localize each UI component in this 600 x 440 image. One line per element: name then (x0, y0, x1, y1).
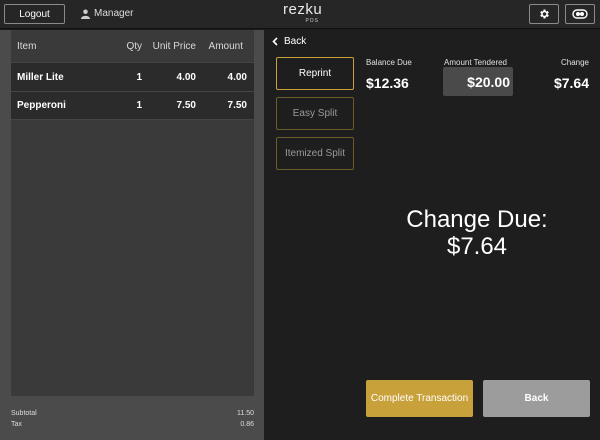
table-row[interactable]: Miller Lite 1 4.00 4.00 (11, 62, 254, 91)
complete-transaction-button[interactable]: Complete Transaction (366, 380, 473, 417)
chevron-left-icon (272, 37, 278, 46)
amount-tendered-field[interactable]: $20.00 (443, 67, 513, 96)
row-amount: 7.50 (227, 100, 247, 111)
itemized-split-button[interactable]: Itemized Split (276, 137, 354, 170)
amount-tendered-value: $20.00 (467, 73, 510, 90)
col-item: Item (17, 40, 37, 52)
brand-name: rezku (283, 1, 323, 18)
reprint-button[interactable]: Reprint (276, 57, 354, 90)
change-due-display: Change Due: $7.64 (364, 206, 590, 260)
subtotal-value: 11.50 (237, 410, 254, 417)
brand-sub: POS (305, 18, 319, 24)
back-button[interactable]: Back (483, 380, 590, 417)
user-icon (81, 9, 90, 19)
gear-icon (540, 9, 549, 19)
col-amount: Amount (208, 40, 243, 52)
change-value: $7.64 (553, 75, 589, 91)
col-qty: Qty (126, 40, 142, 52)
user-menu[interactable]: Manager (81, 8, 133, 19)
change-due-title: Change Due: (406, 206, 548, 233)
row-unit-price: 7.50 (176, 100, 196, 111)
balance-due-value: $12.36 (366, 75, 409, 91)
table-header: Item Qty Unit Price Amount (11, 30, 254, 62)
order-panel: Item Qty Unit Price Amount Miller Lite 1… (0, 30, 264, 440)
logout-button[interactable]: Logout (4, 4, 65, 24)
row-amount: 4.00 (227, 71, 247, 83)
subtotal-row: Subtotal 11.50 (11, 410, 254, 421)
row-qty: 1 (136, 71, 142, 83)
change-due-amount: $7.64 (446, 233, 508, 260)
balance-due-label: Balance Due (366, 58, 412, 67)
row-unit-price: 4.00 (176, 71, 196, 83)
tax-row: Tax 0.86 (11, 421, 254, 432)
tax-value: 0.86 (240, 421, 254, 428)
brand-logo: rezku POS (283, 1, 323, 25)
toggle-icon (572, 9, 588, 19)
back-link[interactable]: Back (272, 36, 306, 47)
amount-tendered-label: Amount Tendered (444, 58, 508, 67)
change-label: Change (560, 58, 589, 67)
totals: Subtotal 11.50 Tax 0.86 (11, 410, 254, 432)
top-bar: Logout Manager rezku POS (0, 0, 600, 29)
toggle-button[interactable] (565, 4, 595, 24)
tax-label: Tax (11, 421, 22, 428)
back-link-label: Back (284, 36, 307, 47)
easy-split-button[interactable]: Easy Split (276, 97, 354, 130)
table-row[interactable]: Pepperoni 1 7.50 7.50 (11, 91, 254, 120)
payment-panel: Back Reprint Easy Split Itemized Split B… (264, 30, 600, 440)
order-table: Item Qty Unit Price Amount Miller Lite 1… (11, 30, 254, 396)
user-name: Manager (94, 8, 134, 19)
row-item: Miller Lite (17, 71, 64, 83)
row-qty: 1 (136, 100, 142, 111)
settings-button[interactable] (529, 4, 559, 24)
subtotal-label: Subtotal (11, 410, 37, 417)
col-unit-price: Unit Price (152, 40, 196, 52)
row-item: Pepperoni (17, 100, 66, 111)
